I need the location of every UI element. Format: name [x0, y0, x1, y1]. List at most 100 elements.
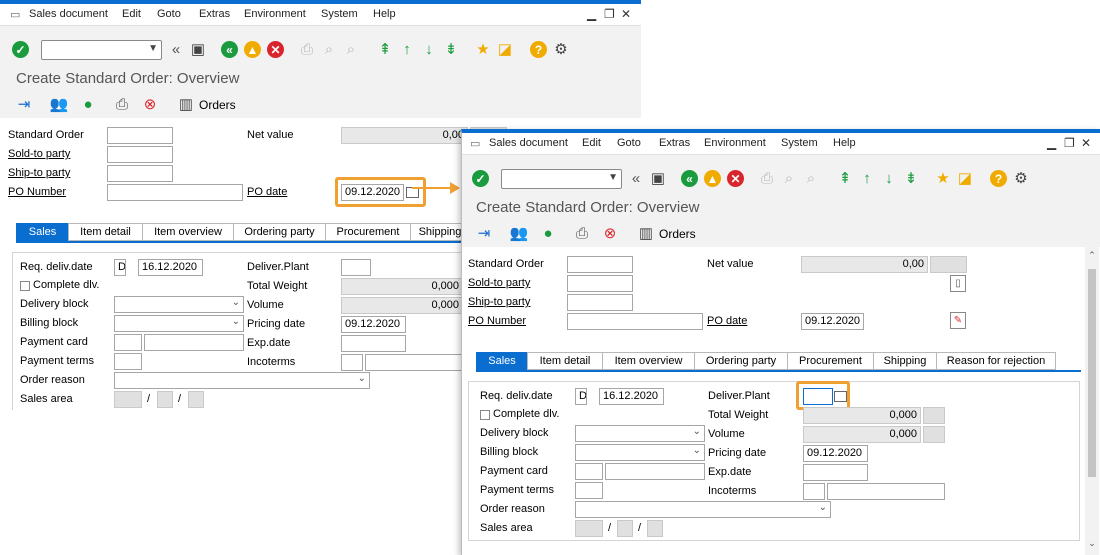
standard-order-field[interactable] — [107, 127, 173, 144]
back-arrows-icon[interactable]: « — [627, 169, 645, 187]
menu-environment[interactable]: Environment — [244, 8, 306, 20]
po-date-field[interactable]: 09.12.2020 — [801, 313, 864, 330]
orders-button[interactable]: Orders — [199, 98, 236, 112]
menu-extras[interactable]: Extras — [199, 8, 230, 20]
settings-gear-icon[interactable]: ⚙ — [1012, 169, 1030, 187]
menu-system[interactable]: System — [781, 137, 818, 149]
menu-edit[interactable]: Edit — [122, 8, 141, 20]
print-icon[interactable]: ⎙ — [298, 40, 316, 58]
orders-icon[interactable]: ▥ — [178, 96, 194, 112]
help-icon[interactable]: ? — [990, 170, 1007, 187]
tab-procurement[interactable]: Procurement — [325, 223, 411, 241]
sold-to-party-field[interactable] — [107, 146, 173, 163]
exp-date-field[interactable] — [341, 335, 406, 352]
menu-sales-document[interactable]: Sales document — [489, 137, 568, 149]
po-date-label[interactable]: PO date — [247, 186, 287, 198]
req-deliv-date-format-field[interactable]: D — [114, 259, 126, 276]
shortcut-icon[interactable]: ◪ — [956, 169, 974, 187]
menu-environment[interactable]: Environment — [704, 137, 766, 149]
scrollbar-thumb[interactable] — [1088, 269, 1096, 477]
display-doc-header-icon[interactable]: ⇥ — [16, 96, 32, 112]
po-date-label[interactable]: PO date — [707, 315, 747, 327]
minimize-icon[interactable]: ▁ — [587, 7, 596, 21]
next-page-icon[interactable]: ↓ — [420, 40, 438, 58]
order-reason-select[interactable]: ⌄ — [114, 372, 370, 389]
orders-icon[interactable]: ▥ — [638, 225, 654, 241]
menu-goto[interactable]: Goto — [157, 8, 181, 20]
command-field[interactable]: ▼ — [501, 169, 622, 189]
sold-to-party-label[interactable]: Sold-to party — [8, 148, 70, 160]
payment-card-type-field[interactable] — [114, 334, 142, 351]
ship-to-party-label[interactable]: Ship-to party — [8, 167, 70, 179]
print-preview-icon[interactable]: ⎙ — [574, 225, 590, 241]
back-icon[interactable]: « — [221, 41, 238, 58]
tab-ordering-party[interactable]: Ordering party — [694, 352, 788, 370]
menu-help[interactable]: Help — [833, 137, 856, 149]
edit-document-icon[interactable]: ✎ — [950, 312, 966, 329]
find-icon[interactable]: ⌕ — [320, 40, 338, 58]
first-page-icon[interactable]: ⇞ — [836, 169, 854, 187]
next-page-icon[interactable]: ↓ — [880, 169, 898, 187]
close-icon[interactable]: ✕ — [1081, 136, 1091, 150]
cancel-icon[interactable]: ✕ — [267, 41, 284, 58]
business-partner-icon[interactable]: 👥 — [50, 96, 69, 112]
delivery-block-select[interactable]: ⌄ — [114, 296, 244, 313]
display-doc-header-icon[interactable]: ⇥ — [476, 225, 492, 241]
scroll-up-icon[interactable]: ⌃ — [1085, 249, 1099, 261]
order-reason-select[interactable]: ⌄ — [575, 501, 831, 518]
tab-sales[interactable]: Sales — [16, 223, 69, 241]
create-session-icon[interactable]: ★ — [474, 40, 492, 58]
tab-item-overview[interactable]: Item overview — [602, 352, 695, 370]
person-icon[interactable]: ● — [540, 225, 556, 241]
first-page-icon[interactable]: ⇞ — [376, 40, 394, 58]
ship-to-party-field[interactable] — [567, 294, 633, 311]
exit-icon[interactable]: ▲ — [704, 170, 721, 187]
tab-ordering-party[interactable]: Ordering party — [233, 223, 326, 241]
incoterms-field[interactable] — [803, 483, 825, 500]
vertical-scrollbar[interactable]: ⌃ ⌄ — [1085, 247, 1099, 555]
reject-icon[interactable]: ⊗ — [142, 96, 158, 112]
back-icon[interactable]: « — [681, 170, 698, 187]
close-icon[interactable]: ✕ — [621, 7, 631, 21]
help-icon[interactable]: ? — [530, 41, 547, 58]
person-icon[interactable]: ● — [80, 96, 96, 112]
menu-goto[interactable]: Goto — [617, 137, 641, 149]
payment-terms-field[interactable] — [114, 353, 142, 370]
menu-extras[interactable]: Extras — [659, 137, 690, 149]
ship-to-party-label[interactable]: Ship-to party — [468, 296, 530, 308]
print-icon[interactable]: ⎙ — [758, 169, 776, 187]
payment-card-number-field[interactable] — [144, 334, 244, 351]
restore-icon[interactable]: ❐ — [1064, 136, 1075, 150]
menu-help[interactable]: Help — [373, 8, 396, 20]
restore-icon[interactable]: ❐ — [604, 7, 615, 21]
document-icon[interactable]: ▯ — [950, 275, 966, 292]
sold-to-party-field[interactable] — [567, 275, 633, 292]
standard-order-field[interactable] — [567, 256, 633, 273]
incoterms-field[interactable] — [341, 354, 363, 371]
scroll-down-icon[interactable]: ⌄ — [1085, 537, 1099, 549]
billing-block-select[interactable]: ⌄ — [114, 315, 244, 332]
previous-page-icon[interactable]: ↑ — [398, 40, 416, 58]
payment-card-type-field[interactable] — [575, 463, 603, 480]
req-deliv-date-field[interactable]: 16.12.2020 — [138, 259, 203, 276]
enter-check-icon[interactable]: ✓ — [12, 41, 29, 58]
find-next-icon[interactable]: ⌕ — [802, 169, 820, 187]
menu-icon[interactable]: ▭ — [470, 137, 480, 150]
ship-to-party-field[interactable] — [107, 165, 173, 182]
payment-terms-field[interactable] — [575, 482, 603, 499]
complete-dlv-checkbox[interactable] — [480, 410, 490, 420]
menu-sales-document[interactable]: Sales document — [29, 8, 108, 20]
exp-date-field[interactable] — [803, 464, 868, 481]
print-preview-icon[interactable]: ⎙ — [114, 96, 130, 112]
po-number-field[interactable] — [107, 184, 243, 201]
pricing-date-field[interactable]: 09.12.2020 — [341, 316, 406, 333]
command-field[interactable]: ▼ — [41, 40, 162, 60]
delivery-block-select[interactable]: ⌄ — [575, 425, 705, 442]
tab-item-overview[interactable]: Item overview — [142, 223, 234, 241]
tab-shipping[interactable]: Shipping — [873, 352, 937, 370]
reject-icon[interactable]: ⊗ — [602, 225, 618, 241]
create-session-icon[interactable]: ★ — [934, 169, 952, 187]
menu-icon[interactable]: ▭ — [10, 8, 20, 21]
back-arrows-icon[interactable]: « — [167, 40, 185, 58]
exit-icon[interactable]: ▲ — [244, 41, 261, 58]
